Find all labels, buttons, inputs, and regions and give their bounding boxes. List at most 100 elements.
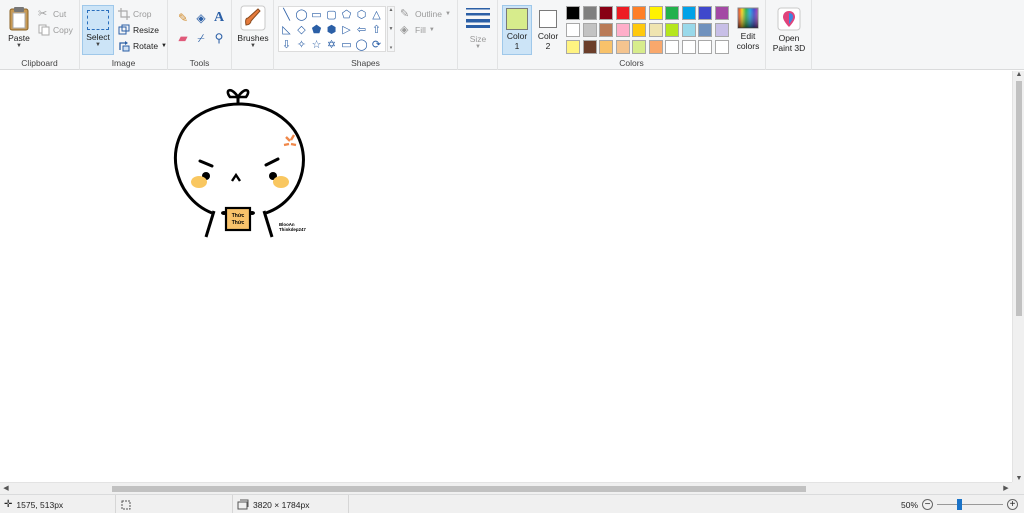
six-point-star-shape[interactable]: ✡ bbox=[324, 37, 339, 52]
fill-bucket-icon[interactable]: ◈ bbox=[192, 10, 210, 26]
palette-swatch[interactable] bbox=[681, 23, 696, 37]
color2-button[interactable]: Color 2 bbox=[534, 5, 562, 51]
palette-swatch[interactable] bbox=[582, 6, 597, 20]
palette-swatch[interactable] bbox=[582, 40, 597, 54]
palette-swatch[interactable] bbox=[714, 6, 729, 20]
triangle-shape[interactable]: △ bbox=[369, 7, 384, 22]
palette-swatch[interactable] bbox=[599, 6, 613, 20]
resize-button[interactable]: Resize bbox=[118, 23, 159, 37]
palette-swatch[interactable] bbox=[599, 23, 613, 37]
selection-icon bbox=[121, 500, 131, 509]
four-point-star-shape[interactable]: ✧ bbox=[294, 37, 309, 52]
fill-button[interactable]: ◈ Fill ▼ bbox=[400, 23, 435, 37]
palette-swatch[interactable] bbox=[566, 23, 580, 37]
left-arrow-shape[interactable]: ⇦ bbox=[354, 22, 369, 37]
right-arrow-shape[interactable]: ▷ bbox=[339, 22, 354, 37]
color2-swatch bbox=[539, 10, 557, 28]
palette-swatch[interactable] bbox=[632, 6, 646, 20]
copy-button[interactable]: Copy bbox=[38, 23, 73, 37]
palette-swatch[interactable] bbox=[566, 40, 580, 54]
crosshair-icon: ✛ bbox=[4, 499, 13, 510]
vertical-scroll-thumb[interactable] bbox=[1016, 81, 1022, 316]
palette-swatch[interactable] bbox=[632, 40, 646, 54]
edit-colors-button[interactable]: Edit colors bbox=[732, 7, 764, 51]
zoom-out-icon[interactable]: − bbox=[922, 499, 933, 510]
callout-rect-shape[interactable]: ▭ bbox=[339, 37, 354, 52]
brushes-button[interactable]: Brushes ▼ bbox=[236, 5, 270, 49]
outline-button[interactable]: ✎ Outline ▼ bbox=[400, 7, 451, 21]
palette-swatch[interactable] bbox=[648, 23, 663, 37]
horizontal-scrollbar[interactable]: ◀ ▶ bbox=[0, 482, 1012, 494]
color-picker-icon[interactable]: ⌿ bbox=[192, 30, 210, 46]
palette-swatch[interactable] bbox=[665, 40, 679, 54]
oval-shape[interactable]: ◯ bbox=[294, 7, 309, 22]
palette-swatch[interactable] bbox=[665, 23, 679, 37]
canvas[interactable]: Thức Thức BlooAn Thinkdep247 bbox=[0, 71, 1012, 482]
palette-swatch[interactable] bbox=[698, 40, 712, 54]
callout-cloud-shape[interactable]: ⟳ bbox=[369, 37, 384, 52]
palette-swatch[interactable] bbox=[698, 23, 712, 37]
hexagon-shape[interactable]: ⬡ bbox=[354, 7, 369, 22]
color1-label: Color bbox=[506, 31, 528, 41]
rectangle-shape[interactable]: ▭ bbox=[309, 7, 324, 22]
clipboard-icon bbox=[9, 7, 29, 31]
expand-icon[interactable]: ▾ bbox=[390, 45, 393, 51]
palette-swatch[interactable] bbox=[714, 23, 729, 37]
vertical-scrollbar[interactable]: ▲ ▼ bbox=[1012, 71, 1024, 482]
palette-swatch[interactable] bbox=[615, 6, 630, 20]
palette-swatch[interactable] bbox=[582, 23, 597, 37]
line-shape[interactable]: ╲ bbox=[279, 7, 294, 22]
palette-swatch[interactable] bbox=[681, 6, 696, 20]
palette-swatch[interactable] bbox=[599, 40, 613, 54]
color1-button[interactable]: Color 1 bbox=[502, 5, 532, 55]
chevron-up-icon[interactable]: ▲ bbox=[389, 7, 394, 13]
size-group: Size ▼ bbox=[458, 0, 498, 70]
color1-swatch bbox=[506, 8, 528, 30]
five-point-star-shape[interactable]: ☆ bbox=[309, 37, 324, 52]
up-arrow-shape[interactable]: ⇧ bbox=[369, 22, 384, 37]
text-icon[interactable]: A bbox=[210, 10, 228, 26]
pentagon-shape[interactable]: ⬟ bbox=[309, 22, 324, 37]
scroll-down-icon[interactable]: ▼ bbox=[1013, 475, 1024, 482]
eraser-icon[interactable]: ▰ bbox=[174, 30, 192, 46]
hexagon-filled-shape[interactable]: ⬢ bbox=[324, 22, 339, 37]
palette-swatch[interactable] bbox=[566, 6, 580, 20]
diamond-shape[interactable]: ◇ bbox=[294, 22, 309, 37]
open-paint3d-button[interactable]: Open Paint 3D bbox=[768, 7, 810, 53]
palette-swatch[interactable] bbox=[648, 40, 663, 54]
rounded-rectangle-shape[interactable]: ▢ bbox=[324, 7, 339, 22]
scroll-up-icon[interactable]: ▲ bbox=[1013, 71, 1024, 78]
polygon-shape[interactable]: ⬠ bbox=[339, 7, 354, 22]
shapes-scroll[interactable]: ▲ ▼ ▾ bbox=[387, 6, 395, 52]
rotate-button[interactable]: Rotate ▼ bbox=[118, 39, 167, 53]
palette-swatch[interactable] bbox=[632, 23, 646, 37]
shapes-gallery[interactable]: ╲ ◯ ▭ ▢ ⬠ ⬡ △ ◺ ◇ ⬟ ⬢ ▷ ⇦ ⇧ ⇩ ✧ ☆ ✡ ▭ ◯ … bbox=[278, 6, 386, 52]
horizontal-scroll-thumb[interactable] bbox=[112, 486, 806, 492]
down-arrow-shape[interactable]: ⇩ bbox=[279, 37, 294, 52]
palette-swatch[interactable] bbox=[714, 40, 729, 54]
crop-button[interactable]: Crop bbox=[118, 7, 151, 21]
chevron-down-icon: ▼ bbox=[250, 43, 256, 49]
size-label: Size bbox=[469, 34, 487, 44]
cut-button[interactable]: ✂ Cut bbox=[38, 7, 66, 21]
zoom-slider[interactable] bbox=[937, 499, 1003, 510]
palette-swatch[interactable] bbox=[665, 6, 679, 20]
callout-oval-shape[interactable]: ◯ bbox=[354, 37, 369, 52]
palette-swatch[interactable] bbox=[615, 23, 630, 37]
canvas-workspace[interactable]: Thức Thức BlooAn Thinkdep247 bbox=[0, 71, 1024, 482]
zoom-slider-thumb[interactable] bbox=[957, 499, 962, 510]
pencil-icon[interactable]: ✎ bbox=[174, 10, 192, 26]
palette-swatch[interactable] bbox=[648, 6, 663, 20]
palette-swatch[interactable] bbox=[615, 40, 630, 54]
palette-swatch[interactable] bbox=[698, 6, 712, 20]
magnifier-icon[interactable]: ⚲ bbox=[210, 30, 228, 46]
paste-button[interactable]: Paste ▼ bbox=[4, 5, 34, 49]
right-triangle-shape[interactable]: ◺ bbox=[279, 22, 294, 37]
select-button[interactable]: Select ▼ bbox=[82, 5, 114, 55]
shapes-group-label: Shapes bbox=[351, 58, 380, 68]
chevron-down-icon[interactable]: ▼ bbox=[389, 26, 394, 32]
palette-swatch[interactable] bbox=[681, 40, 696, 54]
crop-label: Crop bbox=[133, 9, 152, 19]
zoom-in-icon[interactable]: + bbox=[1007, 499, 1018, 510]
size-button[interactable]: Size ▼ bbox=[462, 6, 494, 50]
